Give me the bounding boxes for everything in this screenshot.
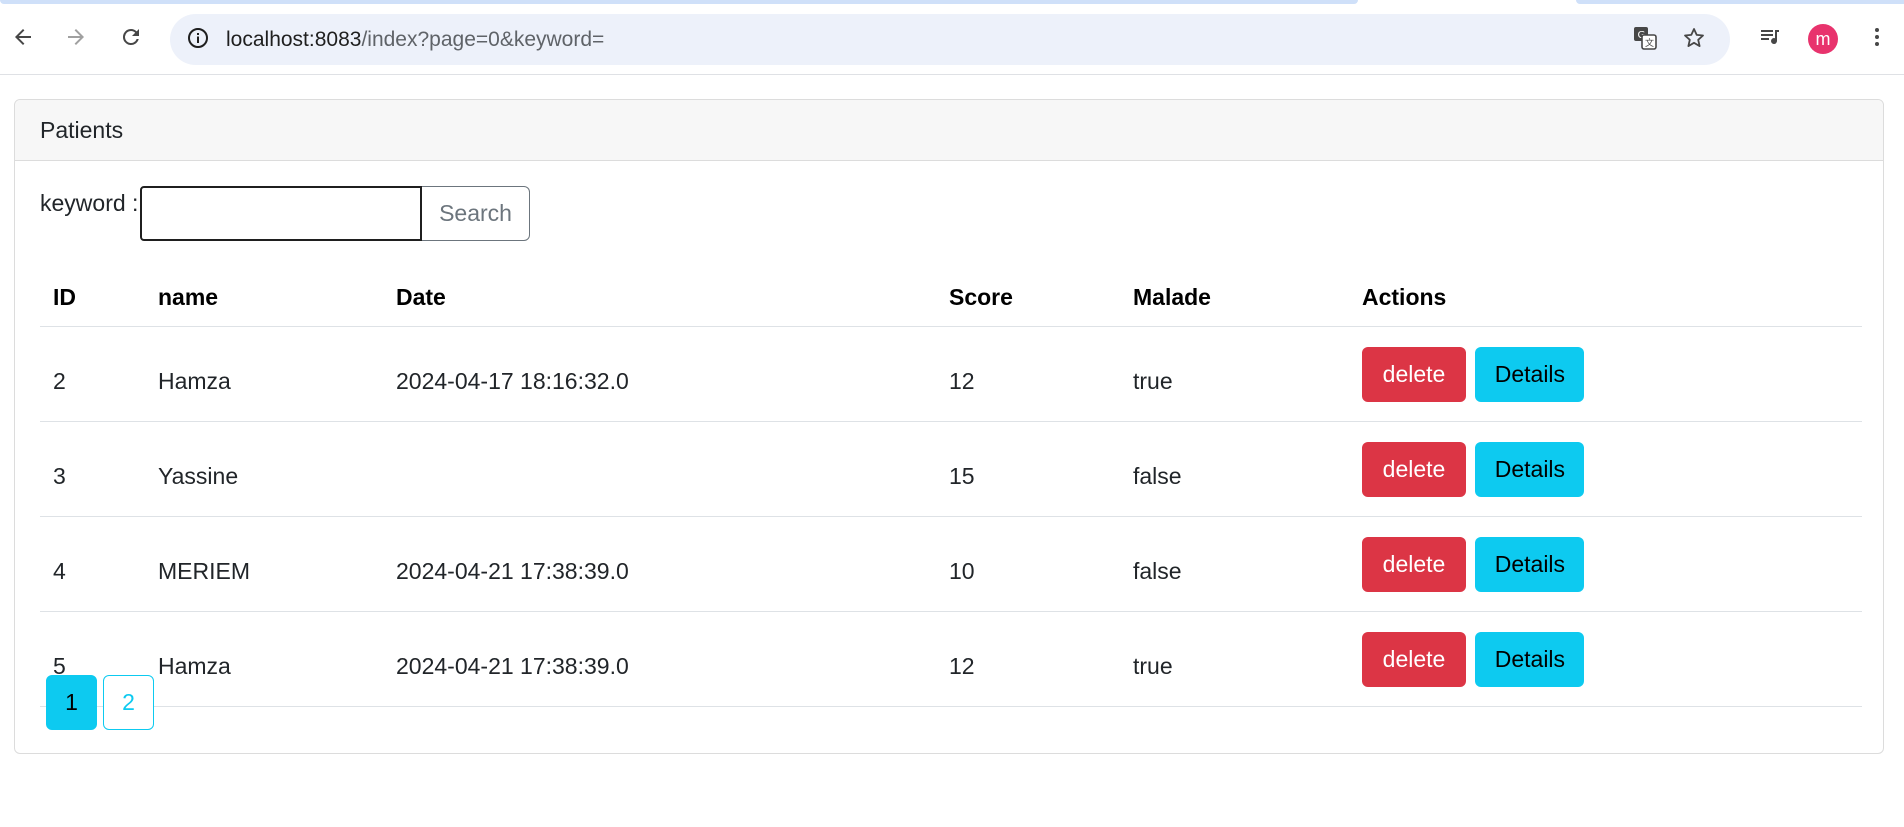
cell-name: MERIEM: [145, 516, 383, 612]
media-queue-icon: [1758, 25, 1782, 54]
cell-id: 2: [40, 326, 145, 422]
url-text: localhost:8083/index?page=0&keyword=: [226, 28, 604, 52]
reload-icon: [119, 25, 143, 54]
translate-icon: G文: [1632, 25, 1658, 56]
forward-button[interactable]: [56, 19, 96, 59]
page-link-1[interactable]: 1: [46, 675, 97, 730]
profile-button[interactable]: m: [1803, 19, 1843, 59]
cell-date: 2024-04-17 18:16:32.0: [383, 326, 936, 422]
header-actions: Actions: [1349, 268, 1862, 327]
cell-score: 12: [936, 326, 1120, 422]
patients-card: Patients keyword : Search ID name Date S…: [14, 99, 1884, 754]
table-row: 3 Yassine 15 false delete Details: [40, 421, 1862, 517]
arrow-left-icon: [11, 25, 35, 54]
cell-actions: delete Details: [1349, 611, 1862, 707]
site-info-button[interactable]: [180, 22, 216, 58]
info-icon: [186, 26, 210, 55]
header-id: ID: [40, 268, 145, 327]
cell-date: [383, 421, 936, 517]
search-button[interactable]: Search: [422, 186, 530, 241]
keyword-input[interactable]: [140, 186, 422, 241]
browser-toolbar: localhost:8083/index?page=0&keyword= G文 …: [0, 5, 1904, 75]
url-host: localhost:8083: [226, 28, 362, 51]
url-path: /index?page=0&keyword=: [361, 28, 605, 51]
delete-button[interactable]: delete: [1362, 536, 1466, 592]
cell-score: 10: [936, 516, 1120, 612]
details-button[interactable]: Details: [1475, 346, 1585, 402]
cell-actions: delete Details: [1349, 326, 1862, 422]
cell-score: 15: [936, 421, 1120, 517]
reload-button[interactable]: [111, 19, 151, 59]
cell-actions: delete Details: [1349, 516, 1862, 612]
table-row: 2 Hamza 2024-04-17 18:16:32.0 12 true de…: [40, 326, 1862, 422]
delete-button[interactable]: delete: [1362, 441, 1466, 497]
browser-menu-button[interactable]: [1857, 19, 1897, 59]
cell-name: Hamza: [145, 326, 383, 422]
cell-name: Yassine: [145, 421, 383, 517]
cell-malade: false: [1120, 516, 1349, 612]
tab-edge: [1576, 0, 1904, 4]
media-control-button[interactable]: [1750, 19, 1790, 59]
patients-table: ID name Date Score Malade Actions 2 Hamz…: [40, 268, 1862, 707]
cell-date: 2024-04-21 17:38:39.0: [383, 516, 936, 612]
svg-text:文: 文: [1645, 37, 1654, 49]
address-bar[interactable]: localhost:8083/index?page=0&keyword= G文: [170, 14, 1730, 65]
cell-malade: true: [1120, 326, 1349, 422]
table-header-row: ID name Date Score Malade Actions: [40, 268, 1862, 327]
avatar: m: [1808, 24, 1838, 54]
cell-id: 3: [40, 421, 145, 517]
table-row: 5 Hamza 2024-04-21 17:38:39.0 12 true de…: [40, 611, 1862, 707]
search-form: keyword : Search: [40, 186, 640, 242]
table-row: 4 MERIEM 2024-04-21 17:38:39.0 10 false …: [40, 516, 1862, 612]
cell-actions: delete Details: [1349, 421, 1862, 517]
details-button[interactable]: Details: [1475, 536, 1585, 592]
active-tab-edge: [0, 0, 1358, 4]
details-button[interactable]: Details: [1475, 441, 1585, 497]
header-name: name: [145, 268, 383, 327]
page-link-2[interactable]: 2: [103, 675, 154, 730]
cell-score: 12: [936, 611, 1120, 707]
delete-button[interactable]: delete: [1362, 631, 1466, 687]
cell-malade: true: [1120, 611, 1349, 707]
header-score: Score: [936, 268, 1120, 327]
keyword-label: keyword :: [40, 190, 139, 216]
cell-name: Hamza: [145, 611, 383, 707]
header-date: Date: [383, 268, 936, 327]
cell-malade: false: [1120, 421, 1349, 517]
bookmark-button[interactable]: [1676, 22, 1712, 58]
details-button[interactable]: Details: [1475, 631, 1585, 687]
kebab-menu-icon: [1865, 25, 1889, 54]
cell-id: 4: [40, 516, 145, 612]
star-icon: [1682, 26, 1706, 55]
back-button[interactable]: [3, 19, 43, 59]
arrow-right-icon: [64, 25, 88, 54]
card-title: Patients: [15, 100, 1883, 161]
cell-date: 2024-04-21 17:38:39.0: [383, 611, 936, 707]
delete-button[interactable]: delete: [1362, 346, 1466, 402]
translate-button[interactable]: G文: [1627, 22, 1663, 58]
header-malade: Malade: [1120, 268, 1349, 327]
